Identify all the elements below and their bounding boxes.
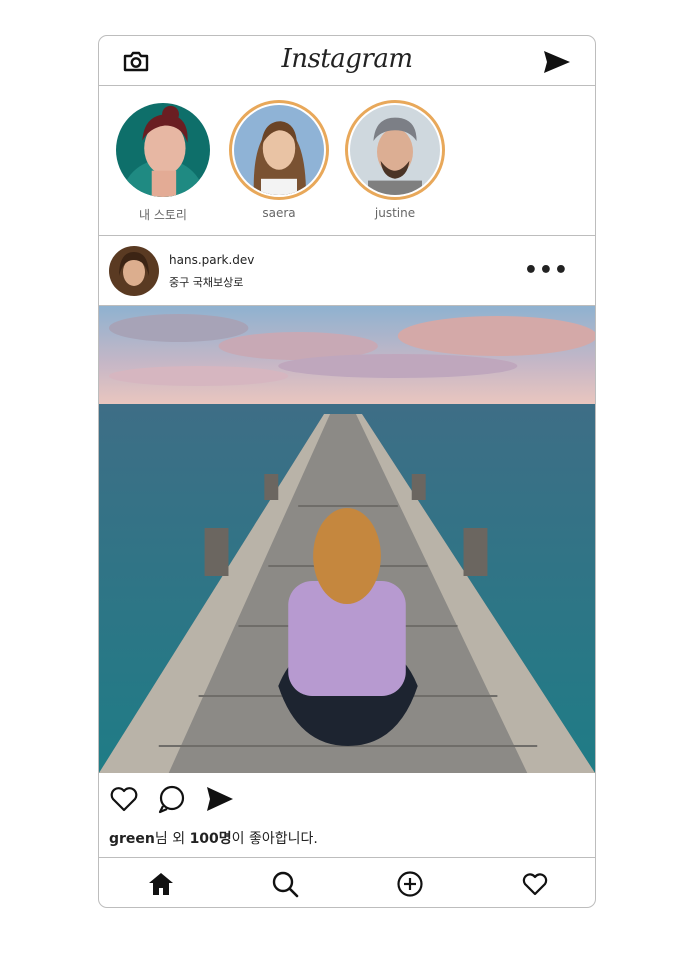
likes-mid: 님 외 — [154, 831, 190, 847]
likes-text: green님 외 100명이 좋아합니다. — [109, 828, 318, 848]
story-avatar — [116, 103, 210, 244]
post-photo[interactable] — [99, 306, 595, 773]
story-label: 내 스토리 — [139, 208, 187, 222]
likes-user[interactable]: green — [109, 831, 155, 847]
story-saera[interactable]: saera — [227, 100, 331, 220]
paper-plane-icon[interactable] — [543, 50, 571, 74]
stories-bar: 내 스토리 saera justine — [99, 86, 595, 244]
bottom-nav — [99, 857, 595, 907]
instagram-phone-frame: Instagram 내 스토리 saera justine hans.park.… — [98, 35, 596, 908]
story-ring — [345, 100, 445, 200]
story-avatar — [350, 105, 440, 195]
post-username[interactable]: hans.park.dev — [169, 253, 254, 267]
top-header: Instagram — [99, 36, 595, 86]
avatar[interactable] — [109, 246, 159, 296]
story-ring — [113, 100, 213, 244]
post-header: hans.park.dev 중구 국채보상로 ••• — [99, 236, 595, 306]
home-icon[interactable] — [147, 870, 175, 898]
app-logo: Instagram — [281, 44, 413, 74]
share-icon[interactable] — [205, 784, 235, 814]
story-label: saera — [262, 206, 296, 220]
post-location[interactable]: 중구 국채보상로 — [169, 274, 243, 290]
likes-count[interactable]: 100명 — [190, 831, 232, 847]
story-label: justine — [374, 206, 416, 220]
post-actions — [99, 784, 595, 820]
story-my[interactable]: 내 스토리 — [111, 100, 215, 244]
heart-icon[interactable] — [109, 784, 139, 814]
story-justine[interactable]: justine — [343, 100, 447, 220]
likes-tail: 이 좋아합니다. — [231, 831, 318, 847]
story-avatar — [234, 105, 324, 195]
search-icon[interactable] — [271, 870, 299, 898]
story-ring — [229, 100, 329, 200]
comment-icon[interactable] — [157, 784, 187, 814]
add-icon[interactable] — [396, 870, 424, 898]
more-options-button[interactable]: ••• — [524, 258, 569, 283]
heart-icon[interactable] — [521, 870, 549, 898]
